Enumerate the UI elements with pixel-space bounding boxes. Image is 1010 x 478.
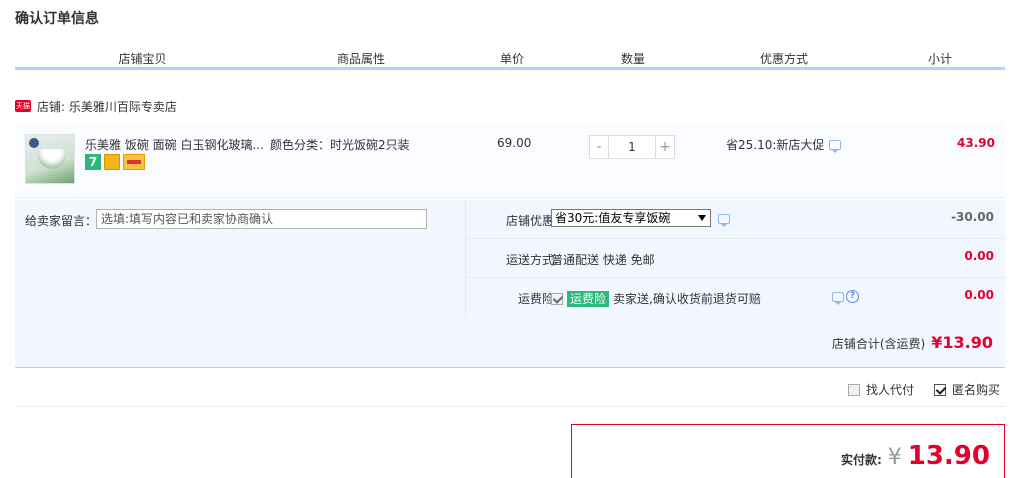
credit-card-icon[interactable] (123, 154, 145, 170)
shop-total-label: 店铺合计(含运费) (831, 337, 926, 351)
dropdown-arrow-icon (698, 215, 706, 221)
memo-input[interactable]: 选填:填写内容已和卖家协商确认 (96, 209, 427, 229)
order-options: 给卖家留言： 选填:填写内容已和卖家协商确认 店铺优惠: 省30元:值友专享饭碗… (15, 200, 1006, 368)
order-item: 乐美雅 饭碗 面碗 白玉钢化玻璃... 7 颜色分类：时光饭碗2只装 69.00… (15, 122, 1005, 198)
quantity-input[interactable]: 1 (609, 135, 655, 159)
guarantee-icon[interactable] (104, 154, 120, 170)
anonymous-option[interactable]: 匿名购买 (933, 381, 1000, 398)
insurance-tag: 运费险 (567, 290, 610, 307)
item-service-icons: 7 (85, 154, 145, 170)
message-icon[interactable] (832, 291, 844, 305)
brand-tag-icon (29, 138, 39, 148)
shop-name[interactable]: 店铺: 乐美雅川百际专卖店 (37, 98, 177, 115)
column-header-row: 店铺宝贝 商品属性 单价 数量 优惠方式 小计 (15, 46, 1005, 70)
item-thumbnail[interactable] (25, 134, 75, 184)
shop-discount-row: 店铺优惠: 省30元:值友专享饭碗 -30.00 (466, 200, 1006, 239)
memo-label: 给卖家留言： (25, 214, 98, 228)
item-title[interactable]: 乐美雅 饭碗 面碗 白玉钢化玻璃... (85, 136, 265, 153)
quantity-increase-button[interactable]: + (655, 135, 675, 159)
seven-day-return-icon[interactable]: 7 (85, 154, 101, 170)
insurance-icons: ? (832, 290, 859, 305)
shop-row: 天猫 店铺: 乐美雅川百际专卖店 (15, 97, 177, 115)
shop-discount-select[interactable]: 省30元:值友专享饭碗 (551, 209, 711, 227)
bowl-image (38, 149, 66, 169)
insurance-amount: 0.00 (964, 288, 994, 302)
column-header-discount: 优惠方式 (759, 52, 808, 66)
proxy-pay-option[interactable]: 找人代付 (847, 381, 914, 398)
shipping-amount: 0.00 (964, 249, 994, 263)
extra-options: 找人代付 匿名购买 (847, 381, 1000, 398)
column-header-subtotal: 小计 (927, 52, 952, 66)
shop-total-value: ¥13.90 (931, 333, 993, 352)
divider (15, 406, 1005, 407)
page-title: 确认订单信息 (15, 11, 99, 27)
payment-summary: 实付款: ¥ 13.90 (571, 424, 1005, 478)
tmall-icon: 天猫 (15, 100, 31, 112)
item-discount-text: 省25.10:新店大促 (726, 138, 825, 152)
shipping-row: 运送方式: 普通配送 快递 免邮 0.00 (466, 239, 1006, 278)
item-discount: 省25.10:新店大促 (726, 136, 842, 153)
insurance-checkbox[interactable] (551, 292, 563, 305)
column-header-price: 单价 (499, 52, 524, 66)
message-icon[interactable] (718, 214, 730, 227)
shipping-value: 普通配送 快递 免邮 (551, 253, 655, 267)
column-header-shop-item: 店铺宝贝 (118, 52, 167, 66)
shop-total: 店铺合计(含运费) ¥13.90 (832, 333, 993, 352)
shop-options: 店铺优惠: 省30元:值友专享饭碗 -30.00 运送方式: 普通配送 快递 免… (465, 200, 1006, 317)
anonymous-label: 匿名购买 (951, 383, 1000, 397)
proxy-pay-label: 找人代付 (865, 383, 914, 397)
insurance-row: 运费险: 运费险 卖家送,确认收货前退货可赔 ? 0.00 (466, 278, 1006, 317)
payment-label: 实付款: (840, 453, 882, 467)
help-icon[interactable]: ? (846, 290, 859, 303)
column-header-attributes: 商品属性 (336, 52, 385, 66)
payment-line: 实付款: ¥ 13.90 (841, 441, 990, 471)
insurance-description: 卖家送,确认收货前退货可赔 (613, 292, 761, 306)
item-subtotal: 43.90 (957, 136, 995, 150)
column-header-quantity: 数量 (620, 52, 645, 66)
message-icon[interactable] (829, 139, 842, 153)
payment-currency: ¥ (887, 445, 902, 470)
shop-discount-selected: 省30元:值友专享饭碗 (555, 211, 671, 225)
quantity-stepper: - 1 + (589, 135, 675, 159)
anonymous-checkbox[interactable] (933, 383, 946, 396)
item-unit-price: 69.00 (497, 136, 532, 150)
insurance-value: 运费险 卖家送,确认收货前退货可赔 (551, 290, 761, 307)
quantity-decrease-button[interactable]: - (589, 135, 609, 159)
shop-discount-amount: -30.00 (951, 210, 994, 224)
payment-total: 13.90 (907, 441, 990, 471)
item-sku: 颜色分类：时光饭碗2只装 (270, 138, 410, 152)
proxy-pay-checkbox[interactable] (847, 383, 860, 396)
